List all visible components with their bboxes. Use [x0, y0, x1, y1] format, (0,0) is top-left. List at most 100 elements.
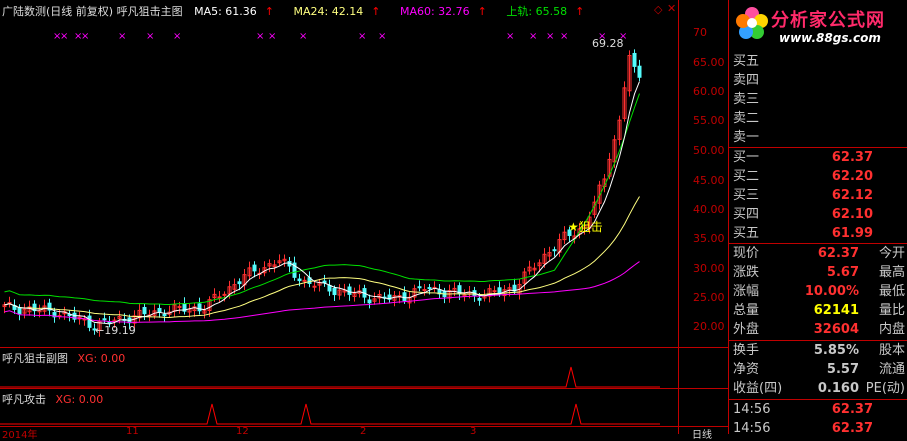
ma24-label: MA24: 42.14 ↑ [293, 5, 381, 18]
y-axis-tick-label: 45.00 [693, 174, 725, 187]
bid-row: 买二 62.20 [729, 167, 907, 186]
candle-body [327, 284, 332, 292]
quote-label: 买一 [733, 150, 760, 165]
quote-value: 62141 [813, 303, 859, 318]
quote-label-right: 最高 [878, 265, 905, 280]
quote-label: 买三 [733, 188, 760, 203]
signal-label: ★狙击 [568, 220, 603, 234]
quote-label-right: 最低 [878, 284, 905, 299]
signal-mark-icon: × [81, 31, 90, 42]
quote-label-right: PE(动) [865, 381, 905, 396]
quote-divider [729, 399, 907, 400]
diamond-icon[interactable]: ◇ [654, 3, 662, 16]
quote-label: 涨跌 [733, 265, 760, 280]
quote-label: 总量 [733, 303, 760, 318]
quote-divider [729, 340, 907, 341]
ma-lines-group [4, 81, 640, 325]
y-axis-tick-label: 55.00 [693, 114, 725, 127]
signal-mark-icon: × [173, 31, 182, 42]
ma5-label: MA5: 61.36 ↑ [194, 5, 275, 18]
candlestick-chart[interactable] [0, 0, 678, 434]
quote-label: 买四 [733, 207, 760, 222]
ask-row: 卖三 [729, 90, 907, 109]
candle-body [222, 293, 227, 296]
signal-mark-icon: × [560, 31, 569, 42]
ma60-label: MA60: 32.76 ↑ [399, 5, 487, 18]
stat-row: 总量 62141 量比 [729, 301, 907, 320]
quote-label: 外盘 [733, 322, 760, 337]
signal-mark-icon: × [146, 31, 155, 42]
low-label: ←19.19 [95, 324, 136, 337]
y-axis-tick-label: 20.00 [693, 320, 725, 333]
chart-right-border [678, 0, 679, 434]
x-axis-label-4: 3 [470, 426, 477, 437]
y-axis-tick-label: 60.00 [693, 85, 725, 98]
close-icon[interactable]: ✕ [667, 2, 676, 15]
ask-row: 买五 [729, 52, 907, 71]
bid-row: 买五 61.99 [729, 224, 907, 243]
quote-label: 换手 [733, 343, 760, 358]
peak-label: 69.28 [592, 37, 624, 50]
quote-panel: 买五 卖四 卖三 卖二 卖一 买一 62.37 买二 62.20 买三 62.12 买四 62.10 买五… [729, 0, 907, 436]
quote-label: 涨幅 [733, 284, 760, 299]
ma5-line [4, 81, 640, 325]
quote-value: 62.37 [831, 402, 873, 417]
quote-value: 10.00% [804, 284, 859, 299]
quote-divider [729, 147, 907, 148]
quote-label: 14:56 [733, 402, 771, 417]
quote-value: 62.10 [831, 207, 873, 222]
candle-body [197, 303, 202, 312]
upper-band-line [4, 93, 640, 306]
candle-body [332, 287, 337, 296]
quote-value: 5.67 [826, 265, 859, 280]
quote-label: 净资 [733, 362, 760, 377]
quote-value: 62.12 [831, 188, 873, 203]
y-axis-tick-label: 35.00 [693, 232, 725, 245]
candle-body [492, 290, 497, 293]
quote-label-right: 今开 [878, 246, 905, 261]
quote-label-right: 股本 [878, 343, 905, 358]
candle-body [427, 287, 432, 290]
candle-body [162, 313, 167, 317]
ask-row: 卖一 [729, 128, 907, 147]
sub1-signal-line [0, 366, 660, 388]
quote-value: 62.37 [817, 246, 859, 261]
quote-label: 14:56 [733, 421, 771, 436]
signal-mark-icon: × [118, 31, 127, 42]
candle-body [237, 281, 242, 285]
ask-row: 卖二 [729, 109, 907, 128]
tick-row: 14:56 62.37 [729, 400, 907, 419]
signal-mark-icon: × [358, 31, 367, 42]
y-axis-tick-label: 40.00 [693, 203, 725, 216]
signal-mark-icon: × [268, 31, 277, 42]
candle-body [417, 286, 422, 289]
y-axis-tick-label: 65.00 [693, 56, 725, 69]
candle-body [17, 307, 22, 315]
quote-divider [729, 243, 907, 244]
quote-label: 买五 [733, 226, 760, 241]
stat2-row: 净资 5.57 流通 [729, 360, 907, 379]
stat-row: 外盘 32604 内盘 [729, 320, 907, 339]
stat-row: 涨跌 5.67 最高 [729, 263, 907, 282]
candle-body [142, 306, 147, 315]
signal-mark-icon: × [299, 31, 308, 42]
quote-value: 62.20 [831, 169, 873, 184]
quote-value: 5.85% [813, 343, 859, 358]
x-axis-label-3: 2 [360, 426, 367, 437]
candle-body [157, 307, 162, 313]
quote-value: 0.160 [817, 381, 859, 396]
quote-label-right: 内盘 [878, 322, 905, 337]
stat-row: 涨幅 10.00% 最低 [729, 282, 907, 301]
quote-value: 62.37 [831, 150, 873, 165]
signal-mark-icon: × [378, 31, 387, 42]
tick-row: 14:56 62.37 [729, 419, 907, 438]
candle-body [107, 321, 112, 324]
y-axis-tick-label: 50.00 [693, 144, 725, 157]
candle-body [367, 299, 372, 304]
main-sub-divider [0, 347, 729, 348]
signal-mark-icon: × [506, 31, 515, 42]
candle-body [347, 286, 352, 295]
candle-body [102, 318, 107, 321]
candle-body [497, 287, 502, 295]
stat-row: 现价 62.37 今开 [729, 244, 907, 263]
